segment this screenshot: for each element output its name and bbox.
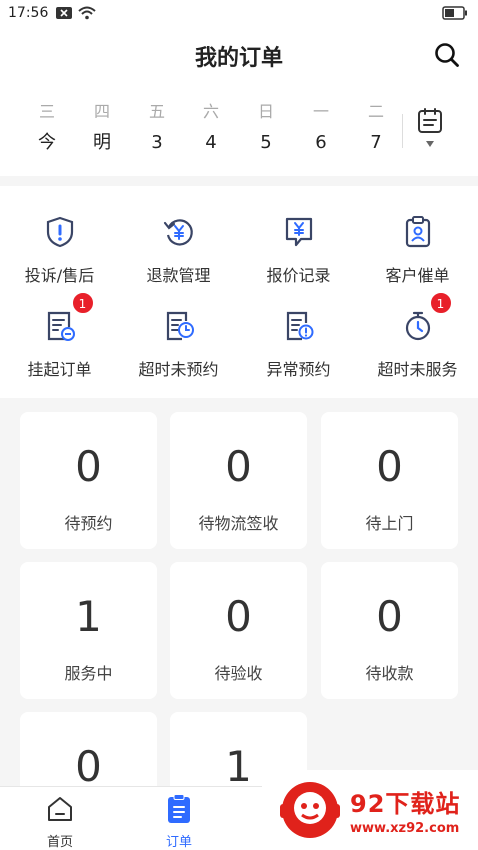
stat-value: 0 [376, 442, 403, 491]
home-icon [44, 793, 76, 825]
day-date: 5 [260, 132, 272, 153]
notification-badge: 1 [71, 292, 94, 314]
watermark-title: 92下载站 [350, 790, 461, 818]
day-item[interactable]: 六 4 [184, 100, 238, 158]
menu-label: 报价记录 [266, 266, 331, 285]
stat-card-in-service[interactable]: 1 服务中 [20, 562, 157, 699]
menu-suspended-orders[interactable]: 1 挂起订单 [0, 292, 119, 380]
stat-label: 待物流签收 [198, 514, 279, 533]
menu-label: 超时未预约 [138, 360, 219, 379]
stat-value: 0 [225, 442, 252, 491]
day-item[interactable]: 二 7 [349, 100, 403, 158]
refund-icon [159, 212, 199, 252]
wifi-icon [78, 6, 97, 20]
stat-card-pending-payment[interactable]: 0 待收款 [321, 562, 458, 699]
day-weekday: 一 [312, 102, 329, 121]
shield-alert-icon [40, 212, 80, 252]
abnormal-schedule-icon [279, 306, 319, 346]
day-item[interactable]: 三 今 [20, 100, 74, 158]
day-item[interactable]: 一 6 [294, 100, 348, 158]
stat-label: 待收款 [365, 664, 414, 683]
stat-value: 1 [75, 592, 102, 641]
stat-card-pending-logistics[interactable]: 0 待物流签收 [170, 412, 307, 549]
notification-badge: 1 [429, 292, 452, 314]
quote-icon [279, 212, 319, 252]
calendar-button[interactable] [412, 108, 448, 154]
tab-home[interactable]: 首页 [20, 793, 100, 850]
day-weekday: 四 [93, 102, 110, 121]
day-date: 今 [38, 132, 56, 153]
day-date: 4 [205, 132, 217, 153]
stat-value: 0 [75, 442, 102, 491]
stat-value: 0 [75, 742, 102, 791]
day-weekday: 二 [367, 102, 384, 121]
page-title: 我的订单 [194, 46, 283, 71]
tab-orders[interactable]: 订单 [139, 793, 219, 850]
order-icon [163, 793, 195, 825]
stat-label: 待上门 [365, 514, 414, 533]
stat-card-pending-acceptance[interactable]: 0 待验收 [170, 562, 307, 699]
menu-label: 退款管理 [146, 266, 211, 285]
stat-card-pending-schedule[interactable]: 0 待预约 [20, 412, 157, 549]
menu-quote-record[interactable]: 报价记录 [239, 212, 358, 286]
day-date: 明 [93, 132, 111, 153]
status-time: 17:56 [8, 5, 49, 21]
watermark-logo-icon [280, 782, 340, 838]
day-date: 7 [370, 132, 382, 153]
menu-overtime-unscheduled[interactable]: 超时未预约 [119, 306, 238, 380]
function-menu: 投诉/售后 退款管理 报价记录 客户催单 1 挂起订单 超时未预约 异常预约 1… [0, 186, 478, 398]
menu-label: 投诉/售后 [24, 266, 95, 285]
menu-overtime-unserved[interactable]: 1 超时未服务 [358, 292, 477, 380]
day-weekday: 五 [148, 102, 165, 121]
menu-label: 异常预约 [266, 360, 331, 379]
menu-complaint-aftersale[interactable]: 投诉/售后 [0, 212, 119, 286]
battery-icon [442, 6, 468, 24]
overtime-schedule-icon [159, 306, 199, 346]
day-date: 3 [151, 132, 163, 153]
caret-down-icon [426, 141, 434, 147]
stat-card-pending-visit[interactable]: 0 待上门 [321, 412, 458, 549]
suspend-order-icon: 1 [40, 292, 94, 346]
week-divider [402, 114, 403, 148]
day-item[interactable]: 日 5 [239, 100, 293, 158]
menu-label: 挂起订单 [27, 360, 92, 379]
tab-label: 订单 [165, 835, 192, 850]
menu-customer-urge[interactable]: 客户催单 [358, 212, 477, 286]
menu-label: 超时未服务 [377, 360, 458, 379]
order-stats: 0 待预约 0 待物流签收 0 待上门 1 服务中 0 待验收 0 待收款 0 … [0, 398, 478, 849]
watermark: 92下载站 www.xz92.com [262, 770, 478, 850]
tab-label: 首页 [46, 835, 73, 850]
day-weekday: 日 [257, 102, 274, 121]
day-item[interactable]: 五 3 [130, 100, 184, 158]
calendar-icon [418, 108, 442, 133]
stat-value: 0 [225, 592, 252, 641]
day-weekday: 三 [38, 102, 55, 121]
stat-label: 待预约 [64, 514, 113, 533]
menu-label: 客户催单 [385, 266, 450, 285]
menu-abnormal-schedule[interactable]: 异常预约 [239, 306, 358, 380]
week-selector: 三 今 四 明 五 3 六 4 日 5 一 6 二 7 [0, 86, 478, 176]
notification-x-icon [56, 7, 73, 19]
watermark-url: www.xz92.com [350, 821, 460, 836]
stat-label: 服务中 [64, 664, 113, 683]
day-date: 6 [315, 132, 327, 153]
clipboard-user-icon [398, 212, 438, 252]
day-item[interactable]: 四 明 [75, 100, 129, 158]
stopwatch-icon: 1 [398, 292, 452, 346]
status-bar: 17:56 [0, 0, 478, 26]
search-icon [435, 43, 459, 67]
day-weekday: 六 [202, 102, 219, 121]
stat-label: 待验收 [214, 664, 263, 683]
search-button[interactable] [432, 40, 462, 70]
menu-refund[interactable]: 退款管理 [119, 212, 238, 286]
header: 我的订单 [0, 26, 478, 86]
stat-value: 0 [376, 592, 403, 641]
